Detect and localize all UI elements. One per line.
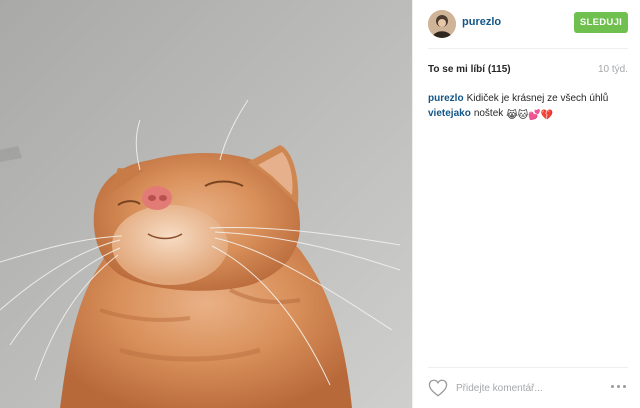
comment-input[interactable]	[456, 379, 596, 397]
divider	[428, 367, 628, 368]
comment-text: Kidiček je krásnej ze všech úhlů	[466, 93, 609, 104]
comment-item: purezlo Kidiček je krásnej ze všech úhlů	[428, 91, 628, 106]
likes-row: To se mi líbí (115) 10 týd.	[428, 64, 628, 78]
likes-count[interactable]: To se mi líbí (115)	[428, 64, 511, 75]
comment-bar	[428, 375, 628, 401]
ellipsis-icon[interactable]	[610, 383, 628, 391]
heart-outline-icon[interactable]	[428, 379, 448, 397]
comments-list: purezlo Kidiček je krásnej ze všech úhlů …	[428, 91, 628, 123]
cat-photo-graphic	[0, 0, 412, 408]
post-author-username[interactable]: purezlo	[462, 16, 501, 28]
comment-username[interactable]: purezlo	[428, 93, 464, 104]
divider	[428, 48, 628, 49]
post-header: purezlo SLEDUJI	[413, 0, 640, 48]
comment-emoji: 😹🐱💕💔	[506, 110, 554, 121]
comment-item: vietejako noštek 😹🐱💕💔	[428, 106, 628, 123]
comment-text: noštek	[473, 108, 504, 119]
avatar-image	[428, 10, 456, 38]
comment-username[interactable]: vietejako	[428, 108, 471, 119]
avatar[interactable]	[428, 10, 456, 38]
follow-button[interactable]: SLEDUJI	[574, 12, 628, 33]
post-photo[interactable]	[0, 0, 412, 408]
post-timestamp[interactable]: 10 týd.	[598, 64, 628, 75]
post-sidebar: purezlo SLEDUJI To se mi líbí (115) 10 t…	[412, 0, 640, 408]
